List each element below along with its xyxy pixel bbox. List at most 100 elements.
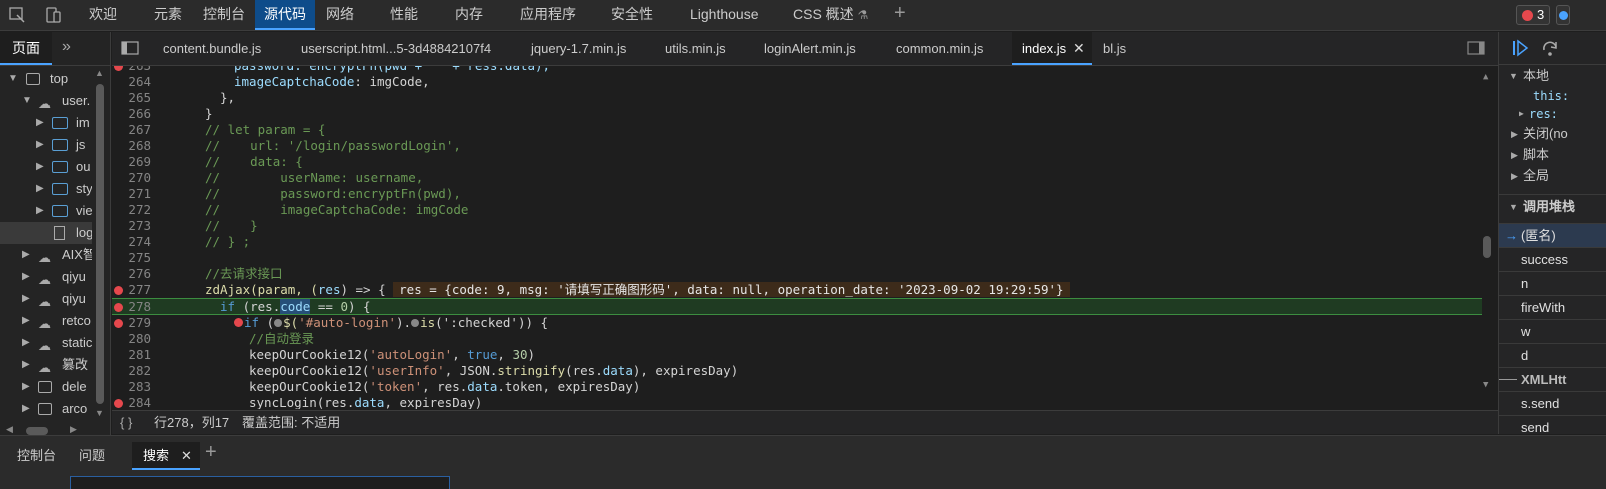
call-frame[interactable]: send	[1499, 415, 1606, 434]
tree-item-domain[interactable]: ▶ ☁ 篡改	[0, 354, 92, 376]
more-tabs-icon[interactable]: »	[62, 38, 71, 56]
scope-local[interactable]: ▼ 本地	[1499, 65, 1606, 87]
tab-page[interactable]: 页面	[0, 32, 52, 65]
collapse-arrow-icon: ▶	[22, 403, 30, 414]
code-text: // imageCaptchaCode: imgCode	[205, 202, 469, 217]
file-tab[interactable]: utils.min.js	[665, 32, 726, 65]
inline-breakpoint-icon[interactable]	[234, 318, 243, 327]
collapse-arrow-icon: ▶	[22, 293, 30, 304]
tab-css-overview[interactable]: CSS 概述 ⚗	[793, 0, 868, 30]
scroll-thumb[interactable]	[1483, 236, 1491, 258]
line-number: 279	[128, 315, 151, 330]
toggle-debugger-icon[interactable]	[1467, 41, 1485, 58]
scroll-down-icon[interactable]: ▼	[1483, 380, 1488, 390]
tab-lighthouse[interactable]: Lighthouse	[690, 0, 759, 30]
tree-item-folder[interactable]: ▶ ou	[0, 156, 92, 178]
tab-security[interactable]: 安全性	[611, 0, 653, 30]
tree-item-frame[interactable]: ▶ arco	[0, 398, 92, 418]
collapse-arrow-icon: ▶	[36, 205, 44, 216]
message-badge[interactable]	[1556, 5, 1570, 25]
code-line: 272 // imageCaptchaCode: imgCode	[112, 202, 1482, 218]
file-tab[interactable]: common.min.js	[896, 32, 983, 65]
tree-item-folder[interactable]: ▶ sty	[0, 178, 92, 200]
frame-icon	[38, 381, 52, 393]
call-frame[interactable]: success	[1499, 247, 1606, 271]
tab-network[interactable]: 网络	[326, 0, 354, 30]
drawer-panel: 控制台 问题 搜索 ✕ +	[0, 435, 1606, 489]
tab-css-overview-label: CSS 概述	[793, 6, 854, 22]
code-token: ).	[396, 315, 412, 330]
call-frame[interactable]: fireWith	[1499, 295, 1606, 319]
file-tab[interactable]: userscript.html...5-3d48842107f4	[301, 32, 491, 65]
tree-item-domain[interactable]: ▼ ☁ user.	[0, 90, 92, 112]
file-tab[interactable]: content.bundle.js	[163, 32, 261, 65]
tab-elements[interactable]: 元素	[154, 0, 182, 30]
scope-var-res[interactable]: ▶ res:	[1499, 103, 1606, 125]
close-icon[interactable]: ✕	[181, 442, 192, 470]
close-icon[interactable]: ✕	[1073, 32, 1085, 65]
error-badge[interactable]: 3	[1516, 5, 1550, 25]
drawer-tab-search[interactable]: 搜索 ✕	[132, 442, 200, 470]
tab-performance[interactable]: 性能	[390, 0, 418, 30]
tab-memory[interactable]: 内存	[455, 0, 483, 30]
scroll-up-icon[interactable]: ▲	[1483, 72, 1488, 82]
scope-script[interactable]: ▶ 脚本	[1499, 144, 1606, 166]
navigator-scrollbar[interactable]: ▲ ▼	[94, 68, 106, 420]
scroll-left-icon[interactable]: ◀	[6, 424, 13, 435]
call-frame-active[interactable]: → (匿名)	[1499, 223, 1606, 247]
file-tab[interactable]: bl.js	[1103, 32, 1126, 65]
tree-item-folder[interactable]: ▶ vie	[0, 200, 92, 222]
tab-console[interactable]: 控制台	[203, 0, 245, 30]
section-title: 调用堆栈	[1523, 199, 1576, 214]
resume-icon[interactable]	[1511, 39, 1529, 60]
scroll-up-icon[interactable]: ▲	[95, 68, 104, 78]
call-frame[interactable]: n	[1499, 271, 1606, 295]
file-tab[interactable]: loginAlert.min.js	[764, 32, 856, 65]
tree-item-domain[interactable]: ▶ ☁ qiyu	[0, 288, 92, 310]
code-line: 283 keepOurCookie12('token', res.data.tok…	[112, 379, 1482, 395]
hscroll-thumb[interactable]	[26, 427, 48, 435]
inspect-element-icon[interactable]	[8, 6, 26, 27]
code-editor[interactable]: 263 password: encryptFn(pwd + '' + ress.d…	[112, 66, 1496, 409]
add-tab-icon[interactable]: +	[894, 2, 906, 25]
tree-item-domain[interactable]: ▶ ☁ AIX智	[0, 244, 92, 266]
scope-global[interactable]: ▶ 全局	[1499, 165, 1606, 187]
call-frame[interactable]: w	[1499, 319, 1606, 343]
tab-application[interactable]: 应用程序	[520, 0, 576, 30]
file-tab-active[interactable]: index.js ✕	[1012, 32, 1092, 65]
code-line: 270 // userName: username,	[112, 170, 1482, 186]
scroll-down-icon[interactable]: ▼	[95, 408, 104, 418]
tree-item-domain[interactable]: ▶ ☁ static	[0, 332, 92, 354]
call-frame[interactable]: d	[1499, 343, 1606, 367]
tree-item-domain[interactable]: ▶ ☁ retco	[0, 310, 92, 332]
tree-item-domain[interactable]: ▶ ☁ qiyu	[0, 266, 92, 288]
collapse-arrow-icon: ▶	[22, 359, 30, 370]
add-drawer-tab-icon[interactable]: +	[205, 441, 217, 464]
tree-item-folder[interactable]: ▶ js	[0, 134, 92, 156]
editor-scrollbar[interactable]: ▲ ▼	[1480, 66, 1494, 409]
scope-closure[interactable]: ▶ 关闭(no	[1499, 123, 1606, 145]
search-input[interactable]	[70, 476, 450, 489]
call-frame[interactable]: s.send	[1499, 391, 1606, 415]
call-stack-header[interactable]: ▼ 调用堆栈	[1499, 194, 1606, 218]
scroll-thumb[interactable]	[96, 84, 104, 404]
tree-item-file[interactable]: log	[0, 222, 92, 244]
line-number: 284	[128, 395, 151, 409]
pretty-print-button[interactable]: { }	[120, 411, 132, 434]
toggle-navigator-icon[interactable]	[121, 41, 139, 58]
inline-breakpoint-icon[interactable]	[274, 319, 283, 327]
device-emulation-icon[interactable]	[44, 6, 62, 27]
step-over-icon[interactable]	[1541, 39, 1559, 60]
drawer-tab-issues[interactable]: 问题	[79, 442, 105, 470]
tab-welcome[interactable]: 欢迎	[89, 0, 117, 30]
code-token: ,	[497, 347, 513, 362]
tab-sources[interactable]: 源代码	[255, 0, 315, 30]
tree-item-frame[interactable]: ▶ dele	[0, 376, 92, 398]
inline-breakpoint-icon[interactable]	[411, 319, 420, 327]
scroll-right-icon[interactable]: ▶	[70, 424, 77, 435]
drawer-tab-console[interactable]: 控制台	[17, 442, 56, 470]
file-tab[interactable]: jquery-1.7.min.js	[531, 32, 626, 65]
tree-item-folder[interactable]: ▶ im	[0, 112, 92, 134]
editor-status-bar: { } 行278，列17 覆盖范围: 不适用	[112, 410, 1498, 434]
tree-item-top[interactable]: ▼ top	[0, 68, 92, 90]
